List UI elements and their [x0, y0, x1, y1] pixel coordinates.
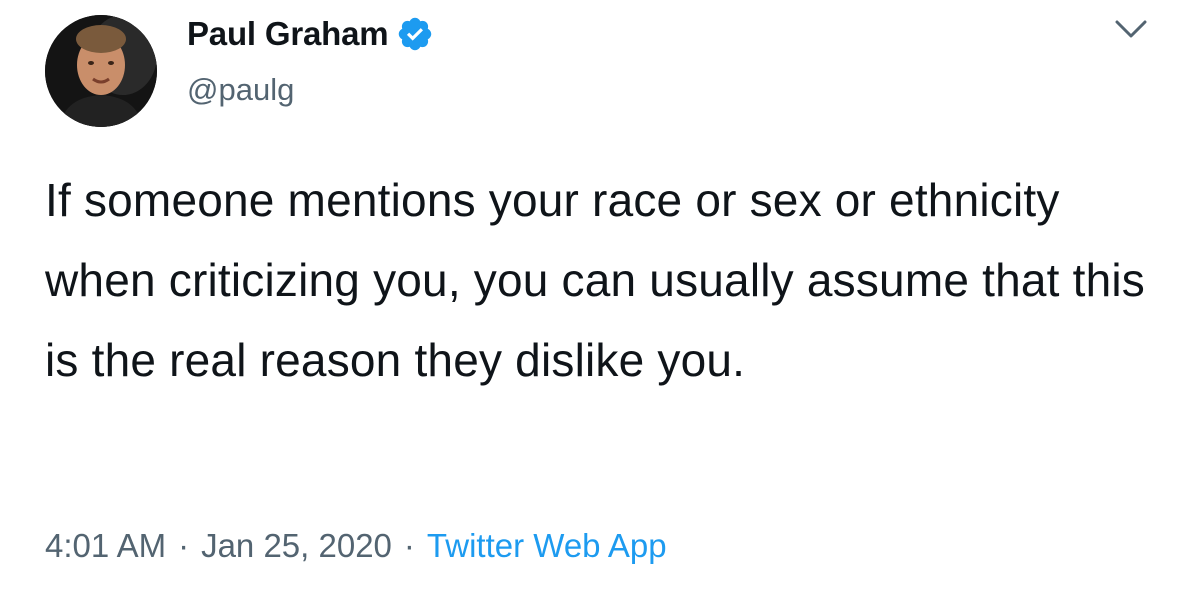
chevron-down-icon[interactable]: [1111, 14, 1151, 44]
author-name-row: Paul Graham: [187, 12, 434, 56]
tweet-source-link[interactable]: Twitter Web App: [427, 527, 667, 564]
author-handle[interactable]: @paulg: [187, 72, 294, 108]
tweet-date[interactable]: Jan 25, 2020: [201, 527, 392, 564]
meta-separator: ·: [178, 527, 190, 564]
verified-badge-icon: [396, 15, 434, 53]
tweet-card: Paul Graham @paulg If someone mentions y…: [0, 0, 1200, 596]
tweet-time[interactable]: 4:01 AM: [45, 527, 166, 564]
avatar[interactable]: [45, 15, 157, 127]
meta-separator: ·: [403, 527, 415, 564]
tweet-text: If someone mentions your race or sex or …: [45, 174, 1145, 386]
tweet-metadata: 4:01 AM · Jan 25, 2020 · Twitter Web App: [45, 527, 667, 565]
profile-photo: [45, 15, 157, 127]
author-display-name[interactable]: Paul Graham: [187, 15, 389, 53]
